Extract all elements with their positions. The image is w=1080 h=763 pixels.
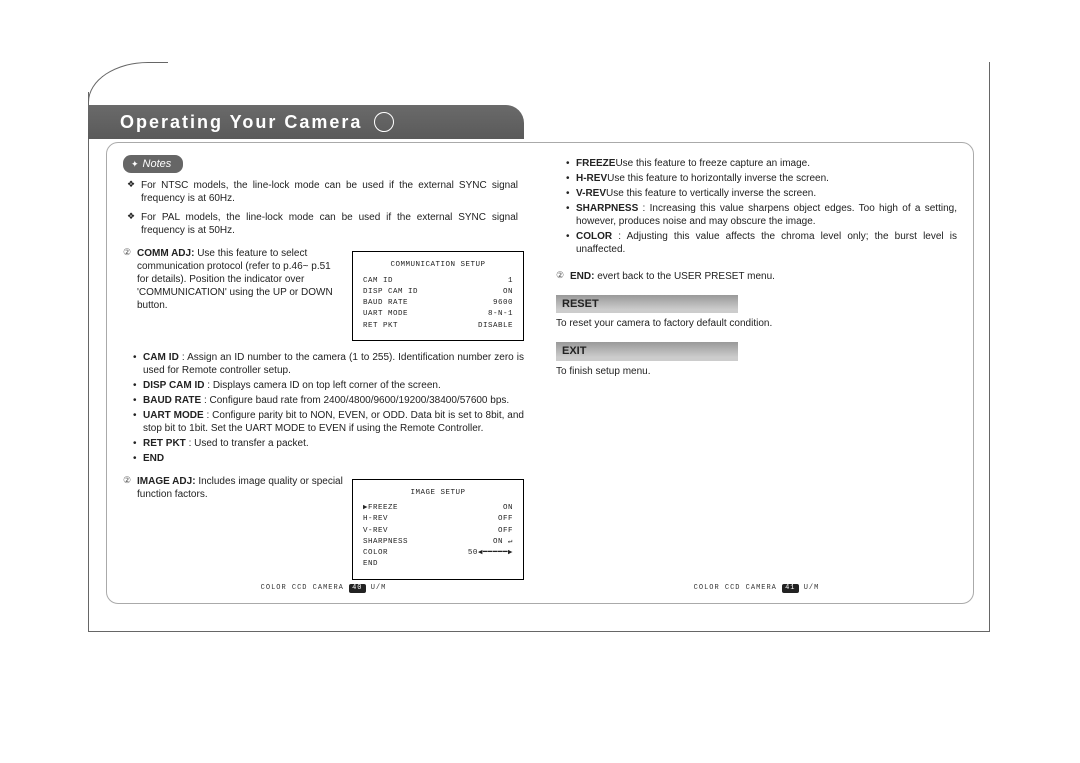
- footer-text-a: COLOR CCD CAMERA: [261, 584, 344, 592]
- baud-rate-item: •BAUD RATE : Configure baud rate from 24…: [133, 394, 524, 407]
- comm-row: DISP CAM IDON: [363, 287, 513, 298]
- image-screen-title: IMAGE SETUP: [363, 488, 513, 499]
- note-ntsc-text: For NTSC models, the line-lock mode can …: [141, 180, 518, 204]
- comm-adj-label: COMM ADJ:: [137, 248, 194, 259]
- uart-mode-item: •UART MODE : Configure parity bit to NON…: [133, 409, 524, 435]
- cam-id-item: •CAM ID : Assign an ID number to the cam…: [133, 351, 524, 377]
- image-adj-row: ② IMAGE ADJ: Includes image quality or s…: [123, 475, 524, 584]
- reset-body: To reset your camera to factory default …: [556, 317, 957, 330]
- disp-cam-id-item: •DISP CAM ID : Displays camera ID on top…: [133, 379, 524, 392]
- note-pal: ❖ For PAL models, the line-lock mode can…: [141, 211, 518, 237]
- end-label: END:: [570, 271, 594, 282]
- notes-badge: Notes: [123, 155, 183, 173]
- end-row: ② END: evert back to the USER PRESET men…: [556, 270, 957, 283]
- exit-heading: EXIT: [556, 342, 738, 360]
- footer-text-b: U/M: [804, 584, 820, 592]
- bullet-icon: ②: [123, 247, 137, 345]
- img-row: SHARPNESSON ↵: [363, 537, 513, 548]
- left-column: Notes ❖ For NTSC models, the line-lock m…: [107, 143, 540, 603]
- comm-row: RET PKTDISABLE: [363, 321, 513, 332]
- bullet-icon: ②: [556, 270, 570, 283]
- comm-row: BAUD RATE9600: [363, 298, 513, 309]
- vrev-item: •V-REVUse this feature to vertically inv…: [566, 187, 957, 200]
- comm-row: UART MODE8-N-1: [363, 309, 513, 320]
- img-row: END: [363, 559, 513, 570]
- image-setup-screen: IMAGE SETUP ▶FREEZEON H-REVOFF V-REVOFF …: [352, 479, 524, 580]
- comm-adj-row: ② COMM ADJ: Use this feature to select c…: [123, 247, 524, 345]
- footer-text-a: COLOR CCD CAMERA: [694, 584, 777, 592]
- sharpness-item: •SHARPNESS : Increasing this value sharp…: [566, 202, 957, 228]
- img-row: V-REVOFF: [363, 526, 513, 537]
- end-item: •END: [133, 452, 524, 465]
- comm-row: CAM ID1: [363, 276, 513, 287]
- comm-screen-title: COMMUNICATION SETUP: [363, 260, 513, 271]
- comm-setup-screen: COMMUNICATION SETUP CAM ID1 DISP CAM IDO…: [352, 251, 524, 341]
- reset-heading: RESET: [556, 295, 738, 313]
- camera-icon: [374, 112, 394, 132]
- left-page-footer: COLOR CCD CAMERA 40 U/M: [107, 584, 540, 593]
- color-item: •COLOR : Adjusting this value affects th…: [566, 230, 957, 256]
- note-ntsc: ❖ For NTSC models, the line-lock mode ca…: [141, 179, 518, 205]
- footer-text-b: U/M: [371, 584, 387, 592]
- section-title: Operating Your Camera: [120, 112, 362, 133]
- note-pal-text: For PAL models, the line-lock mode can b…: [141, 212, 518, 236]
- image-adj-label: IMAGE ADJ:: [137, 476, 196, 487]
- hrev-item: •H-REVUse this feature to horizontally i…: [566, 172, 957, 185]
- left-page-number: 40: [349, 584, 365, 593]
- right-column: •FREEZEUse this feature to freeze captur…: [540, 143, 973, 603]
- right-page-footer: COLOR CCD CAMERA 41 U/M: [540, 584, 973, 593]
- bullet-icon: ②: [123, 475, 137, 584]
- end-body: evert back to the USER PRESET menu.: [597, 271, 775, 282]
- freeze-item: •FREEZEUse this feature to freeze captur…: [566, 157, 957, 170]
- img-row: COLOR50◀━━━━━▶: [363, 548, 513, 559]
- exit-body: To finish setup menu.: [556, 365, 957, 378]
- img-row: H-REVOFF: [363, 514, 513, 525]
- section-header: Operating Your Camera: [88, 105, 524, 139]
- content-frame: Notes ❖ For NTSC models, the line-lock m…: [106, 142, 974, 604]
- right-page-number: 41: [782, 584, 798, 593]
- ret-pkt-item: •RET PKT : Used to transfer a packet.: [133, 437, 524, 450]
- img-row: ▶FREEZEON: [363, 503, 513, 514]
